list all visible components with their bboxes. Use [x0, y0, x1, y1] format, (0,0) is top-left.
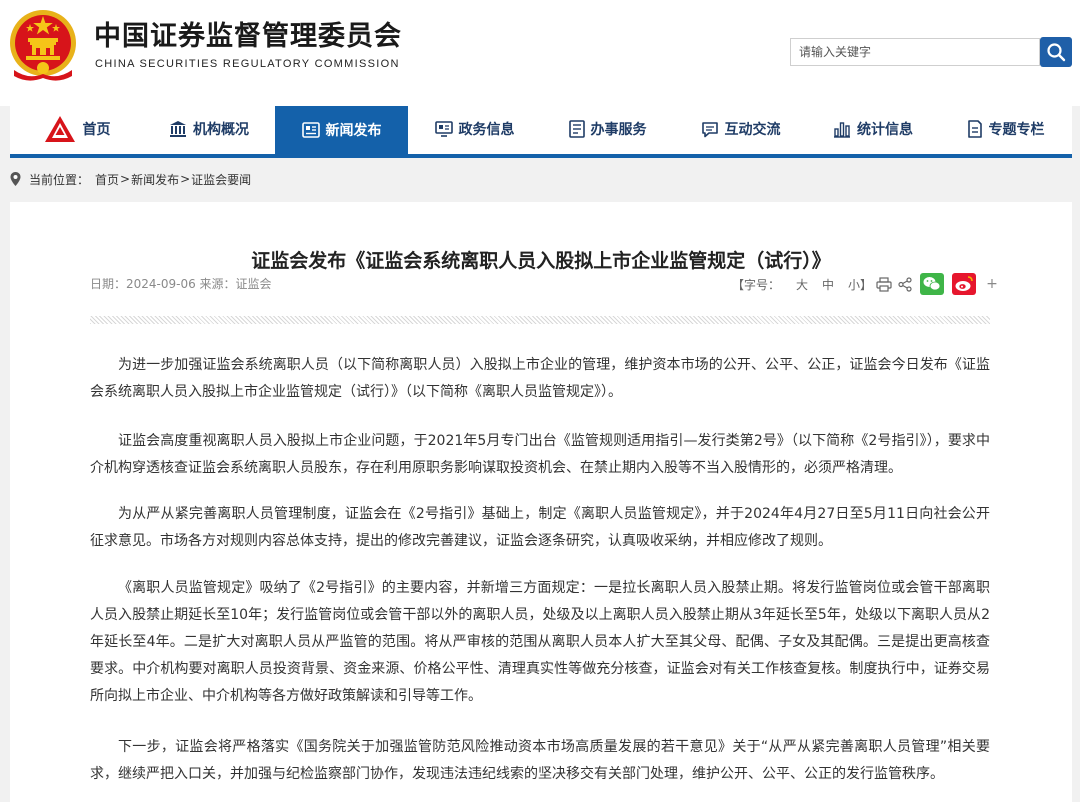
article-paragraph: 证监会高度重视离职人员入股拟上市企业问题，于2021年5月专门出台《监管规则适用… [90, 433, 990, 476]
breadcrumb-link-csrc-news[interactable]: 证监会要闻 [191, 171, 251, 188]
document-list-icon [568, 120, 585, 138]
search-box [790, 38, 1047, 66]
nav-label: 互动交流 [724, 122, 781, 138]
print-icon [876, 276, 892, 292]
font-size-label: 【字号： [732, 277, 781, 292]
wechat-icon [920, 273, 945, 295]
document-icon [967, 120, 982, 138]
title-divider [90, 316, 990, 324]
nav-item-government-info[interactable]: 政务信息 [408, 106, 541, 152]
weibo-share-button[interactable] [952, 273, 977, 295]
article-paragraph: 《离职人员监管规定》吸纳了《2号指引》的主要内容，并新增三方面规定：一是拉长离职… [90, 580, 990, 704]
breadcrumb: 当前位置： 首页 > 新闻发布 > 证监会要闻 [10, 168, 251, 190]
site-header: 中国证券监督管理委员会 CHINA SECURITIES REGULATORY … [0, 0, 1080, 106]
breadcrumb-link-home[interactable]: 首页 [95, 171, 119, 188]
article-title: 证监会发布《证监会系统离职人员入股拟上市企业监管规定（试行）》 [251, 250, 831, 272]
nav-label: 机构概况 [193, 122, 249, 138]
font-size-medium-button[interactable]: 中 [822, 276, 834, 293]
nav-label: 办事服务 [590, 122, 647, 138]
nav-item-news[interactable]: 新闻发布 [275, 106, 408, 154]
nav-item-statistics[interactable]: 统计信息 [807, 106, 939, 152]
bar-chart-icon [834, 121, 850, 138]
chat-icon [701, 121, 718, 137]
national-emblem-icon[interactable] [8, 8, 78, 82]
nav-item-interaction[interactable]: 互动交流 [674, 106, 807, 152]
nav-item-services[interactable]: 办事服务 [541, 106, 674, 152]
article-paragraph: 下一步，证监会将严格落实《国务院关于加强监管防范风险推动资本市场高质量发展的若干… [90, 739, 990, 782]
site-name-en: CHINA SECURITIES REGULATORY COMMISSION [95, 58, 400, 70]
share-button[interactable] [898, 276, 912, 292]
nav-label: 首页 [82, 122, 111, 138]
nav-item-special[interactable]: 专题专栏 [939, 106, 1072, 152]
nav-item-about[interactable]: 机构概况 [143, 106, 275, 152]
article-paragraph: 为从严从紧完善离职人员管理制度，证监会在《2号指引》基础上，制定《离职人员监管规… [90, 506, 990, 549]
article-tools: 【字号： 大 中 小】 + [732, 272, 1008, 296]
font-size-large-button[interactable]: 大 [796, 276, 808, 293]
search-input[interactable] [791, 39, 1047, 65]
more-share-button[interactable]: + [986, 276, 998, 292]
breadcrumb-separator: > [180, 172, 191, 186]
csrc-logo-icon [44, 116, 75, 142]
monitor-icon [434, 121, 453, 137]
article-meta: 日期：2024-09-06 来源：证监会 [90, 277, 272, 291]
search-icon [1047, 43, 1066, 62]
breadcrumb-link-news[interactable]: 新闻发布 [131, 171, 179, 188]
search-button[interactable] [1040, 37, 1072, 67]
font-size-small-button[interactable]: 小】 [848, 276, 872, 293]
breadcrumb-prefix: 当前位置： [29, 172, 90, 187]
nav-label: 统计信息 [857, 122, 913, 138]
main-nav: 首页 机构概况 新闻发布 政务信息 办事服务 互动交流 统计信息 专题专栏 [10, 106, 1072, 158]
share-icon [898, 276, 912, 292]
print-button[interactable] [876, 276, 892, 292]
location-pin-icon [10, 172, 21, 186]
article-paragraph: 为进一步加强证监会系统离职人员（以下简称离职人员）入股拟上市企业的管理，维护资本… [90, 357, 990, 400]
nav-label: 专题专栏 [988, 122, 1045, 138]
wechat-share-button[interactable] [920, 273, 945, 295]
nav-label: 新闻发布 [325, 123, 382, 139]
newspaper-icon [301, 122, 320, 138]
article-container: 证监会发布《证监会系统离职人员入股拟上市企业监管规定（试行）》 日期：2024-… [10, 202, 1072, 802]
nav-label: 政务信息 [458, 122, 515, 138]
breadcrumb-separator: > [120, 172, 131, 186]
building-icon [170, 121, 186, 137]
site-name-cn[interactable]: 中国证券监督管理委员会 [94, 14, 402, 53]
nav-item-home[interactable]: 首页 [10, 106, 143, 152]
weibo-icon [952, 273, 977, 295]
